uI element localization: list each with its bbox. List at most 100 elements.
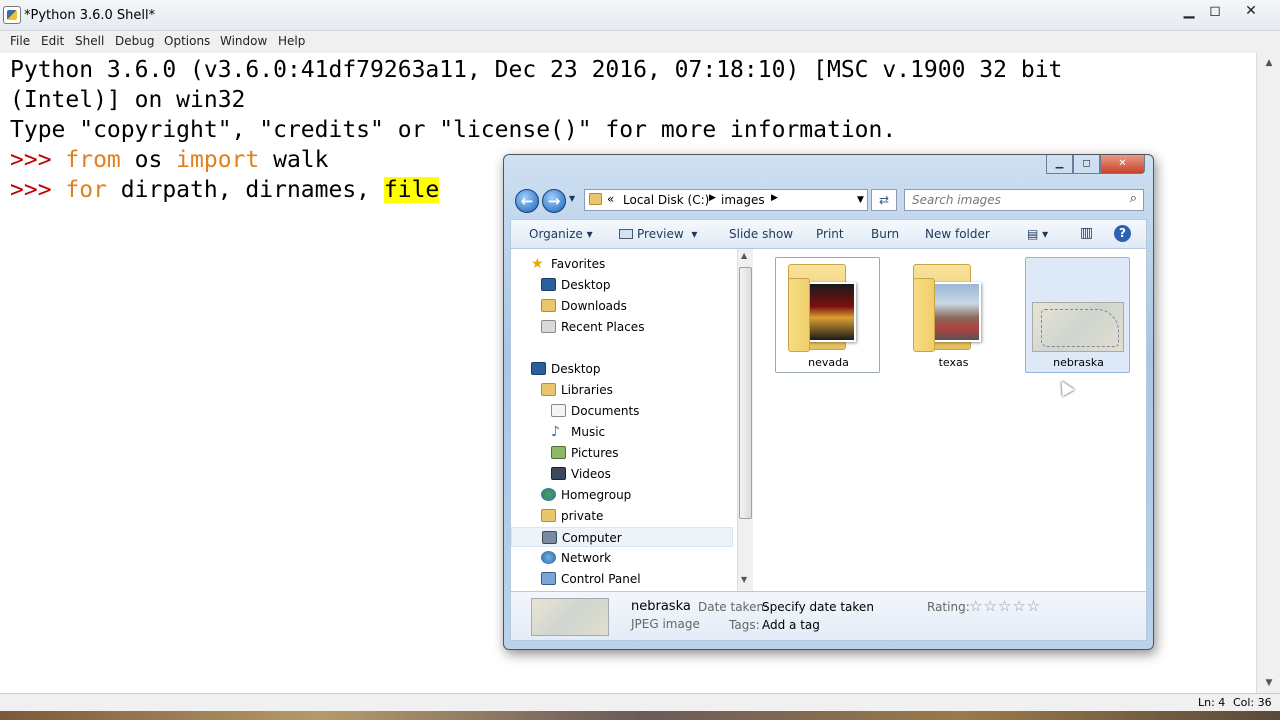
file-list: nevada texas nebraska (761, 249, 1148, 591)
menu-edit[interactable]: Edit (41, 34, 64, 48)
close-button[interactable]: ✕ (1234, 0, 1268, 24)
print-button[interactable]: Print (816, 227, 844, 241)
nav-control-panel-label: Control Panel (561, 572, 641, 586)
nav-desktop[interactable]: Desktop (531, 359, 601, 379)
breadcrumb-separator-icon[interactable]: ▶ (709, 193, 716, 203)
nav-downloads[interactable]: Downloads (541, 296, 627, 316)
change-view-icon[interactable]: ▤ ▾ (1027, 227, 1048, 241)
breadcrumb-local-disk[interactable]: Local Disk (C:) (623, 193, 709, 207)
maximize-button[interactable]: ◻ (1198, 0, 1232, 24)
search-box[interactable]: Search images ⌕ (904, 189, 1144, 211)
explorer-body: ★ Favorites Desktop Downloads Recent Plac… (510, 249, 1147, 591)
menu-file[interactable]: File (10, 34, 30, 48)
rating-stars-icon[interactable]: ☆☆☆☆☆ (969, 597, 1041, 615)
details-file-type: JPEG image (631, 617, 700, 631)
folder-icon (589, 193, 602, 205)
nav-documents[interactable]: Documents (551, 401, 639, 421)
nav-computer-label: Computer (562, 531, 622, 545)
nav-desktop-favorite[interactable]: Desktop (541, 275, 611, 295)
code-line-for: >>> for dirpath, dirnames, file (10, 175, 440, 205)
explorer-maximize-button[interactable]: ◻ (1073, 155, 1100, 174)
banner-line-2: (Intel)] on win32 (10, 87, 246, 113)
refresh-icon[interactable]: ⇄ (871, 189, 897, 211)
item-texas[interactable]: texas (900, 257, 1005, 373)
date-taken-label: Date taken: (698, 600, 769, 614)
nav-downloads-label: Downloads (561, 299, 627, 313)
idle-titlebar: *Python 3.6.0 Shell* ▁ ◻ ✕ (0, 0, 1280, 31)
explorer-close-button[interactable]: ✕ (1100, 155, 1145, 174)
line-number: Ln: 4 (1198, 696, 1226, 709)
nav-music-label: Music (571, 425, 606, 439)
nav-recent-places[interactable]: Recent Places (541, 317, 644, 337)
menu-options[interactable]: Options (164, 34, 210, 48)
nav-homegroup-label: Homegroup (561, 488, 632, 502)
new-folder-button[interactable]: New folder (925, 227, 990, 241)
name-walk: walk (259, 147, 329, 173)
menu-bar: File Edit Shell Debug Options Window Hel… (0, 31, 1280, 53)
nav-network[interactable]: Network (541, 548, 611, 568)
rating-label: Rating: (927, 600, 970, 614)
menu-shell[interactable]: Shell (75, 34, 104, 48)
banner-line-3: Type "copyright", "credits" or "license(… (10, 117, 897, 143)
address-bar[interactable]: « Local Disk (C:) ▶ images ▶ ▼ (584, 189, 868, 211)
menu-debug[interactable]: Debug (115, 34, 154, 48)
breadcrumb-separator-icon[interactable]: ▶ (771, 193, 778, 203)
breadcrumb-images[interactable]: images (721, 193, 765, 207)
scroll-thumb[interactable] (739, 267, 752, 519)
pictures-icon (551, 446, 566, 459)
highlighted-text: file (383, 177, 440, 203)
scroll-down-icon[interactable]: ▼ (741, 575, 747, 584)
details-file-name: nebraska (631, 599, 691, 614)
homegroup-icon (541, 488, 556, 501)
desktop-icon (541, 278, 556, 291)
star-icon: ★ (531, 256, 544, 272)
item-nevada[interactable]: nevada (775, 257, 880, 373)
nav-pictures[interactable]: Pictures (551, 443, 619, 463)
keyword-for: for (65, 177, 107, 203)
item-nebraska[interactable]: nebraska (1025, 257, 1130, 373)
slide-show-button[interactable]: Slide show (729, 227, 793, 241)
item-label: texas (938, 356, 969, 369)
nav-favorites[interactable]: ★ Favorites (531, 254, 605, 274)
vertical-scrollbar[interactable]: ▲ ▼ (1256, 53, 1280, 693)
nav-music[interactable]: ♪ Music (551, 422, 605, 442)
tags-label: Tags: (729, 618, 760, 632)
menu-help[interactable]: Help (278, 34, 305, 48)
preview-pane-icon[interactable]: ▥ (1080, 225, 1093, 241)
nav-control-panel[interactable]: Control Panel (541, 569, 641, 589)
module-os: os (120, 147, 177, 173)
date-taken-value[interactable]: Specify date taken (762, 600, 874, 614)
back-arrow-icon[interactable]: ← (515, 189, 539, 213)
address-dropdown-icon[interactable]: ▼ (857, 195, 864, 205)
help-icon[interactable]: ? (1114, 225, 1131, 242)
nav-desktop-favorite-label: Desktop (561, 278, 611, 292)
scroll-up-icon[interactable]: ▲ (741, 251, 747, 260)
nav-documents-label: Documents (571, 404, 640, 418)
navigation-scrollbar[interactable]: ▲ ▼ (737, 249, 753, 591)
search-icon[interactable]: ⌕ (1130, 191, 1137, 206)
window-title: *Python 3.6.0 Shell* (24, 8, 156, 23)
videos-icon (551, 467, 566, 480)
nav-computer[interactable]: Computer (511, 527, 733, 547)
explorer-minimize-button[interactable]: ▁ (1046, 155, 1073, 174)
burn-button[interactable]: Burn (871, 227, 899, 241)
nav-homegroup[interactable]: Homegroup (541, 485, 631, 505)
nav-private[interactable]: private (541, 506, 603, 526)
nav-videos[interactable]: Videos (551, 464, 611, 484)
forward-arrow-icon[interactable]: → (542, 189, 566, 213)
nav-libraries[interactable]: Libraries (541, 380, 613, 400)
banner-line-1: Python 3.6.0 (v3.6.0:41df79263a11, Dec 2… (10, 57, 1063, 83)
scroll-up-icon[interactable]: ▲ (1257, 55, 1280, 71)
menu-window[interactable]: Window (220, 34, 267, 48)
organize-button[interactable]: Organize ▾ (529, 227, 593, 241)
scroll-down-icon[interactable]: ▼ (1257, 675, 1280, 691)
status-bar: Ln: 4 Col: 36 (0, 693, 1280, 711)
nav-network-label: Network (561, 551, 612, 565)
breadcrumb-chevron-icon[interactable]: « (607, 192, 614, 206)
preview-button[interactable]: Preview ▾ (619, 227, 697, 241)
search-input[interactable]: Search images (912, 193, 1001, 207)
tags-value[interactable]: Add a tag (762, 618, 820, 632)
nav-favorites-label: Favorites (551, 257, 606, 271)
recent-pages-chevron-icon[interactable]: ▼ (569, 194, 575, 203)
preview-icon (619, 229, 633, 239)
